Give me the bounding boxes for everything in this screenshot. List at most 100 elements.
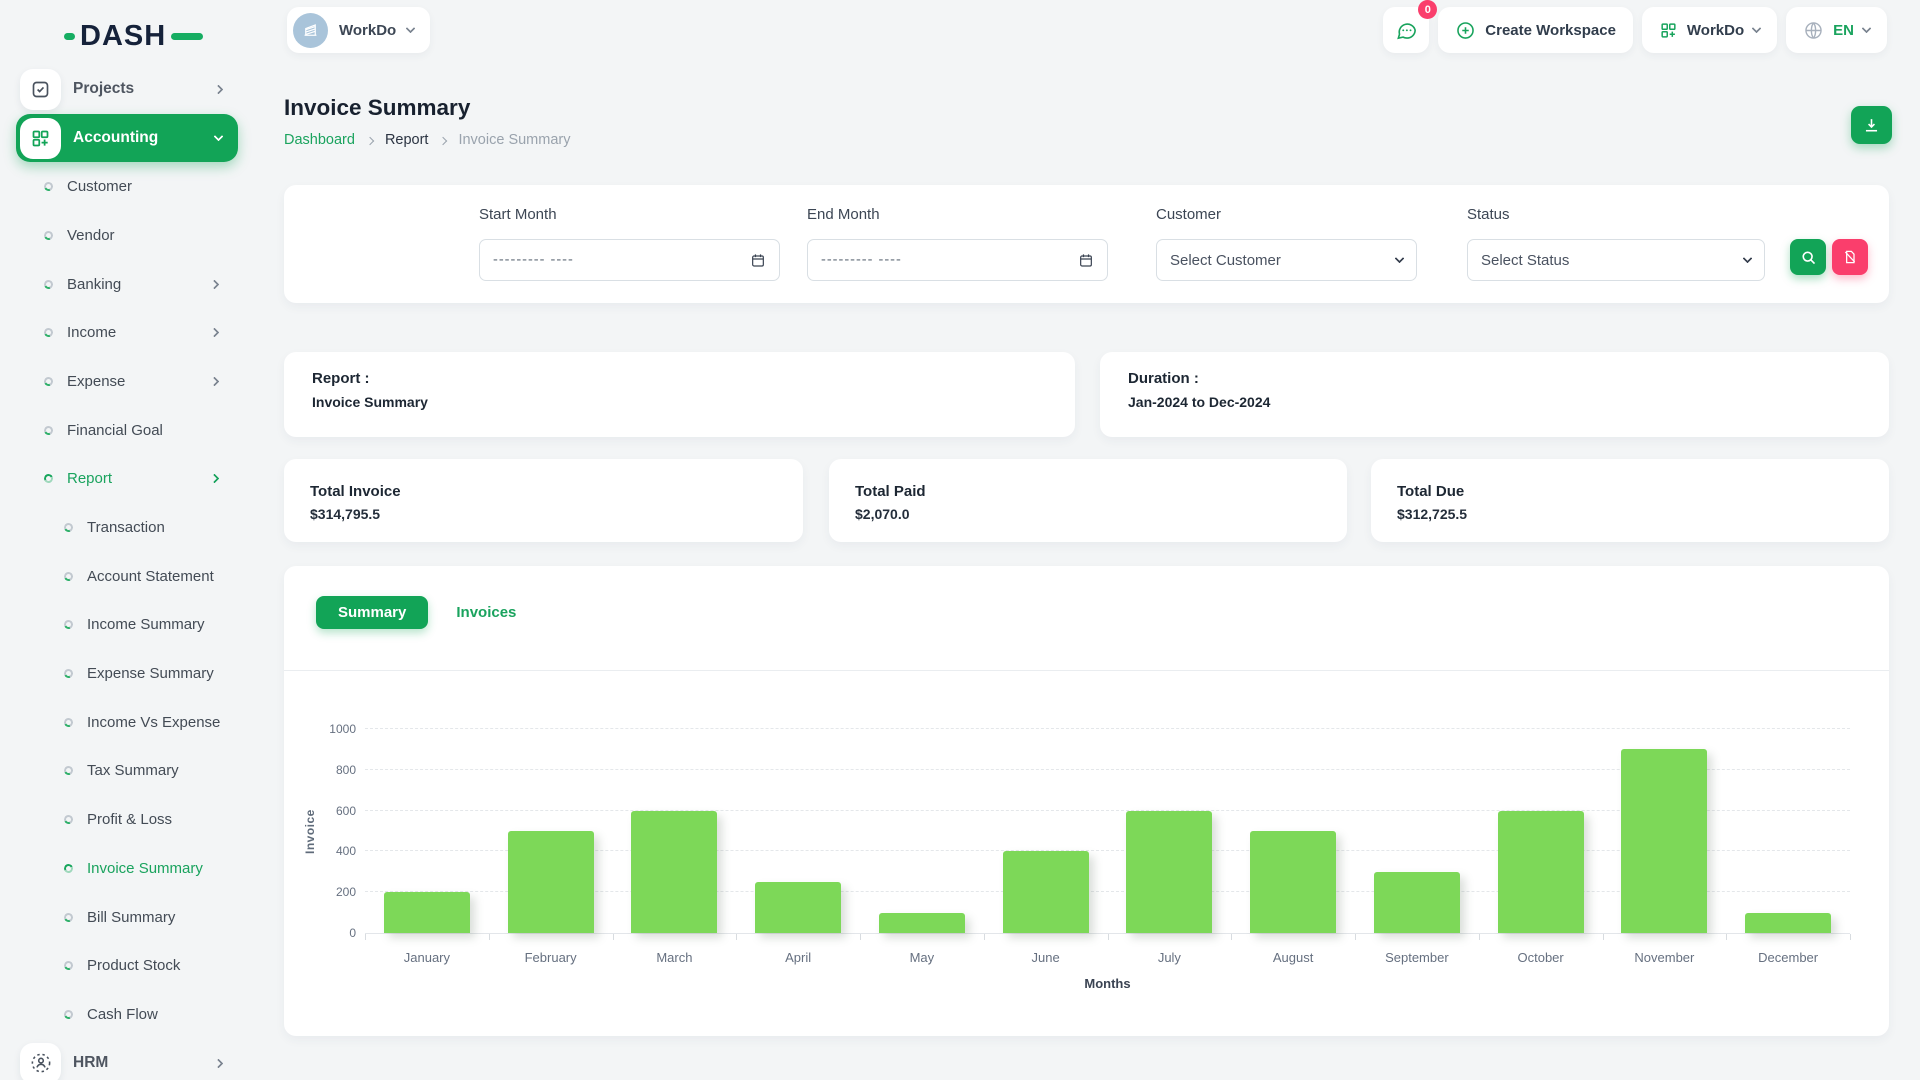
bar-june (1003, 851, 1089, 933)
x-tick-label: November (1603, 950, 1727, 965)
sidebar-item-label: Cash Flow (87, 1006, 158, 1023)
x-axis-tick (1726, 934, 1727, 940)
sidebar-item-transaction[interactable]: Transaction (16, 503, 238, 552)
sidebar-item-income-vs-expense[interactable]: Income Vs Expense (16, 698, 238, 747)
chevron-right-icon (210, 474, 220, 484)
status-select[interactable]: Select Status (1467, 239, 1765, 281)
chevron-down-icon (406, 24, 416, 34)
sidebar-item-label: Report (67, 470, 112, 487)
y-tick-label: 800 (336, 763, 356, 777)
language-selector[interactable]: EN (1786, 7, 1887, 53)
total-invoice-label: Total Invoice (310, 483, 401, 500)
language-label: EN (1833, 22, 1854, 39)
x-axis-tick (365, 934, 366, 940)
report-label: Report : (312, 370, 370, 387)
duration-label: Duration : (1128, 370, 1199, 387)
chevron-down-icon (1752, 24, 1762, 34)
start-month-label: Start Month (479, 206, 557, 223)
sidebar-item-projects[interactable]: Projects (16, 65, 238, 114)
sidebar-item-label: Profit & Loss (87, 811, 172, 828)
messages-button[interactable]: 0 (1383, 7, 1429, 53)
sidebar-item-financial-goal[interactable]: Financial Goal (16, 406, 238, 455)
sidebar-item-label: Product Stock (87, 957, 180, 974)
x-axis-tick (1355, 934, 1356, 940)
sidebar-item-income-summary[interactable]: Income Summary (16, 601, 238, 650)
duration-value: Jan-2024 to Dec-2024 (1128, 394, 1270, 410)
bar-july (1126, 811, 1212, 933)
sidebar-item-expense[interactable]: Expense (16, 357, 238, 406)
sidebar-item-accounting[interactable]: Accounting (16, 114, 238, 163)
sidebar-item-banking[interactable]: Banking (16, 260, 238, 309)
workspace-switcher[interactable]: WorkDo (287, 7, 430, 53)
bullet-icon (63, 814, 75, 826)
reset-filter-button[interactable] (1832, 239, 1868, 275)
sidebar-item-expense-summary[interactable]: Expense Summary (16, 649, 238, 698)
x-tick-label: June (984, 950, 1108, 965)
sidebar-item-bill-summary[interactable]: Bill Summary (16, 893, 238, 942)
bullet-icon (43, 473, 55, 485)
end-month-input[interactable]: --------- ---- (807, 239, 1108, 281)
category-icon (20, 118, 61, 159)
tab-summary[interactable]: Summary (316, 596, 428, 629)
customer-label: Customer (1156, 206, 1221, 223)
x-axis-tick (1108, 934, 1109, 940)
sidebar-item-hrm[interactable]: HRM (16, 1039, 238, 1080)
globe-icon (1803, 20, 1824, 41)
total-due-value: $312,725.5 (1397, 506, 1467, 522)
bullet-icon (43, 327, 55, 339)
sidebar-item-report[interactable]: Report (16, 455, 238, 504)
create-workspace-label: Create Workspace (1485, 22, 1616, 39)
sidebar-item-label: Financial Goal (67, 422, 163, 439)
bullet-icon (43, 376, 55, 388)
duration-info-card: Duration : Jan-2024 to Dec-2024 (1100, 352, 1889, 437)
breadcrumb-report[interactable]: Report (385, 132, 429, 148)
tab-invoices[interactable]: Invoices (456, 604, 516, 621)
bar-october (1498, 811, 1584, 933)
y-tick-label: 600 (336, 804, 356, 818)
bullet-icon (63, 619, 75, 631)
x-axis-tick (1479, 934, 1480, 940)
people-icon (20, 1043, 61, 1080)
y-tick-label: 200 (336, 885, 356, 899)
calendar-icon (750, 252, 766, 268)
breadcrumb-dashboard[interactable]: Dashboard (284, 132, 355, 148)
sidebar-item-product-stock[interactable]: Product Stock (16, 941, 238, 990)
end-month-placeholder: --------- ---- (821, 252, 902, 268)
chat-bubble-icon (1395, 19, 1418, 42)
x-axis-tick (613, 934, 614, 940)
sidebar-item-label: Tax Summary (87, 762, 179, 779)
total-due-label: Total Due (1397, 483, 1464, 500)
create-workspace-button[interactable]: Create Workspace (1438, 7, 1633, 53)
bullet-icon (43, 424, 55, 436)
bullet-icon (63, 717, 75, 729)
workspace-dropdown[interactable]: WorkDo (1642, 7, 1777, 53)
x-axis-tick (1603, 934, 1604, 940)
sidebar-item-invoice-summary[interactable]: Invoice Summary (16, 844, 238, 893)
report-info-card: Report : Invoice Summary (284, 352, 1075, 437)
checkbox-icon (20, 69, 61, 110)
start-month-input[interactable]: --------- ---- (479, 239, 780, 281)
customer-select-value: Select Customer (1170, 252, 1281, 269)
apply-filter-button[interactable] (1790, 239, 1826, 275)
x-tick-label: May (860, 950, 984, 965)
app-logo: DASH (64, 20, 203, 53)
sidebar-item-account-statement[interactable]: Account Statement (16, 552, 238, 601)
sidebar-item-label: Income Summary (87, 616, 205, 633)
chevron-down-icon (1743, 254, 1753, 264)
sidebar-item-label: Bill Summary (87, 909, 175, 926)
customer-select[interactable]: Select Customer (1156, 239, 1417, 281)
sidebar-item-cash-flow[interactable]: Cash Flow (16, 990, 238, 1039)
download-button[interactable] (1851, 106, 1892, 144)
bullet-icon (63, 570, 75, 582)
bullet-icon (63, 522, 75, 534)
sidebar-item-tax-summary[interactable]: Tax Summary (16, 747, 238, 796)
x-axis-tick (1231, 934, 1232, 940)
workspace-dropdown-label: WorkDo (1687, 22, 1744, 39)
sidebar-item-profit-loss[interactable]: Profit & Loss (16, 795, 238, 844)
bar-december (1745, 913, 1831, 933)
sidebar-item-vendor[interactable]: Vendor (16, 211, 238, 260)
sidebar-item-label: HRM (73, 1054, 108, 1072)
sidebar-item-customer[interactable]: Customer (16, 162, 238, 211)
sidebar-item-income[interactable]: Income (16, 308, 238, 357)
x-tick-label: September (1355, 950, 1479, 965)
